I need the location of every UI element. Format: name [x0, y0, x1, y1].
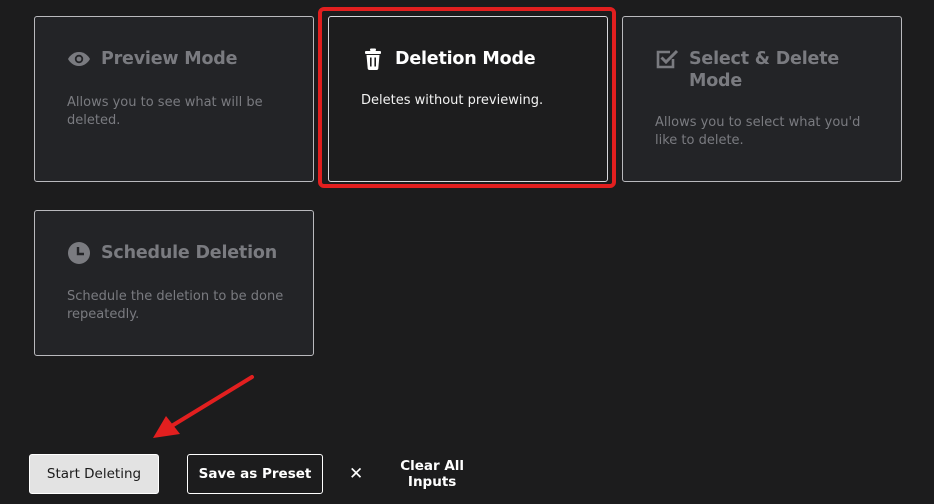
arrow-annotation-icon	[153, 375, 254, 438]
mode-card-deletion-title: Deletion Mode	[361, 48, 536, 70]
trash-icon	[361, 48, 385, 70]
clear-all-inputs-label: Clear All Inputs	[400, 458, 465, 490]
mode-card-deletion[interactable]: Deletion Mode Deletes without previewing…	[328, 16, 608, 182]
eye-icon	[67, 48, 91, 70]
mode-card-schedule-title: Schedule Deletion	[67, 242, 277, 264]
mode-card-preview-title: Preview Mode	[67, 48, 237, 70]
deletion-options-page: Preview Mode Allows you to see what will…	[0, 0, 934, 504]
close-icon: ✕	[349, 464, 364, 484]
mode-description: Allows you to select what you'd like to …	[655, 115, 861, 148]
clear-all-inputs-button[interactable]: ✕ Clear All Inputs	[343, 456, 493, 492]
mode-title: Deletion Mode	[395, 49, 536, 69]
mode-description: Allows you to see what will be deleted.	[67, 95, 263, 128]
mode-card-select-delete[interactable]: Select & Delete Mode Allows you to selec…	[622, 16, 902, 182]
start-deleting-button[interactable]: Start Deleting	[29, 454, 159, 494]
mode-card-schedule[interactable]: Schedule Deletion Schedule the deletion …	[34, 210, 314, 356]
save-as-preset-button[interactable]: Save as Preset	[187, 454, 323, 494]
mode-description: Deletes without previewing.	[361, 93, 544, 108]
checkbox-icon	[655, 48, 679, 70]
mode-card-select-delete-title: Select & Delete Mode	[655, 48, 855, 92]
mode-card-preview[interactable]: Preview Mode Allows you to see what will…	[34, 16, 314, 182]
mode-title: Preview Mode	[101, 49, 238, 69]
mode-title: Schedule Deletion	[101, 243, 277, 263]
mode-title: Select & Delete Mode	[689, 49, 840, 91]
clock-icon	[67, 242, 91, 264]
mode-description: Schedule the deletion to be done repeate…	[67, 289, 284, 322]
